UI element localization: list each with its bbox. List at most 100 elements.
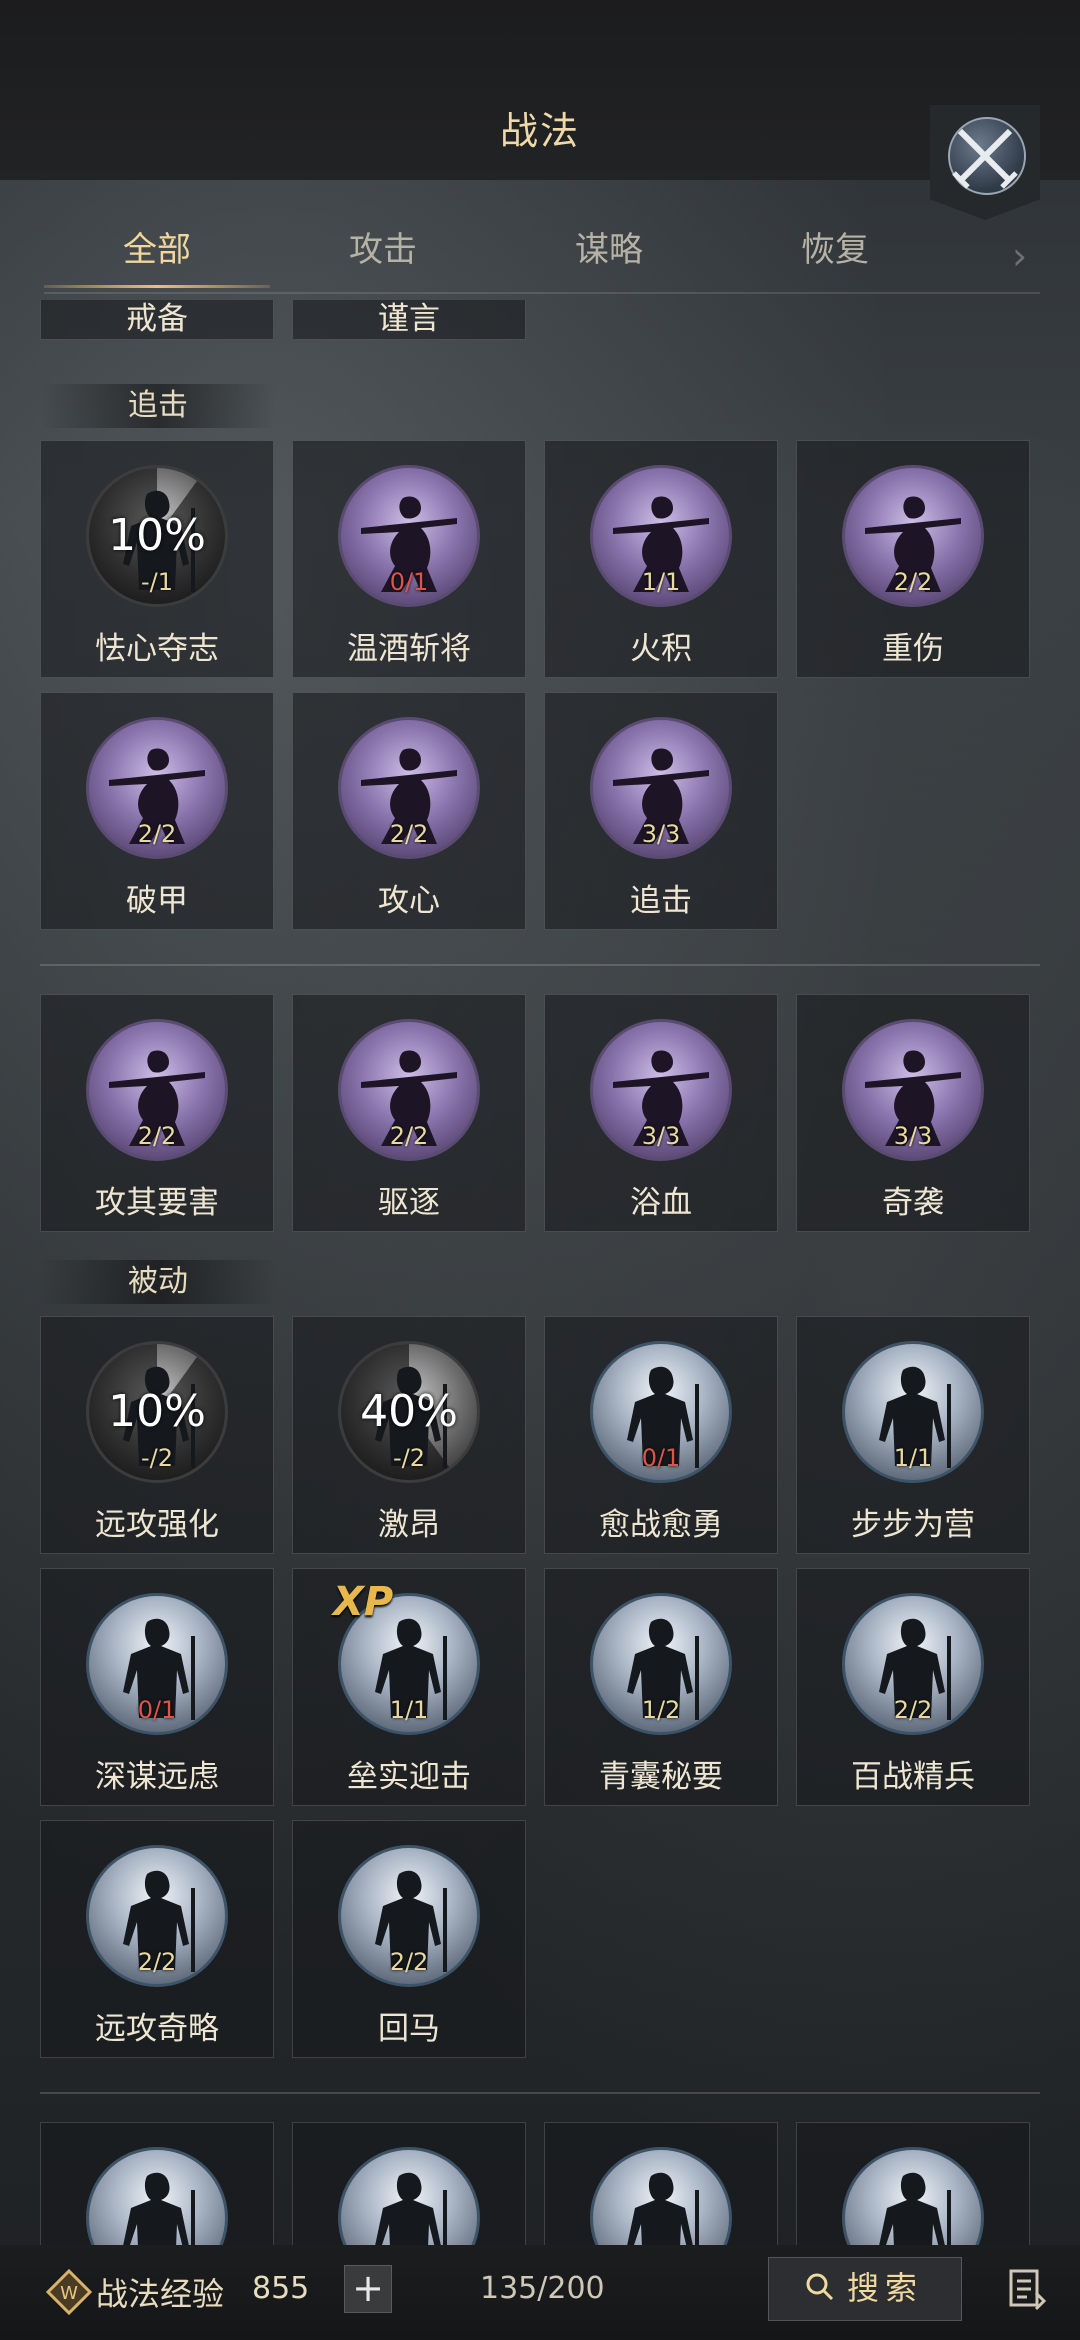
skill-count: 2/2 xyxy=(389,1122,429,1150)
skill-name: 垒实迎击 xyxy=(347,1759,471,1795)
skill-count: 2/2 xyxy=(137,820,177,848)
close-button[interactable] xyxy=(930,105,1040,220)
skill-card[interactable]: 0/1 深谋远虑 xyxy=(40,1568,274,1806)
skill-count: 1/1 xyxy=(893,1444,933,1472)
warrior-silhouette-icon xyxy=(375,2172,447,2245)
skill-name: 浴血 xyxy=(630,1185,692,1221)
skill-card[interactable]: 1/2 青囊秘要 xyxy=(544,1568,778,1806)
skill-name: 追击 xyxy=(630,883,692,919)
skill-name: 破甲 xyxy=(126,883,188,919)
skill-card[interactable]: 2/2 重伤 xyxy=(796,440,1030,678)
skill-name: 火积 xyxy=(630,631,692,667)
skill-icon: 2/2 xyxy=(86,1019,228,1161)
skill-icon: 3/3 xyxy=(590,1019,732,1161)
skill-icon: 2/2 xyxy=(338,1845,480,1987)
skill-card[interactable]: 1/1 步步为营 xyxy=(796,1316,1030,1554)
chevron-right-icon[interactable]: › xyxy=(1012,236,1040,276)
tabs-divider xyxy=(44,292,1040,294)
tab-all[interactable]: 全部 xyxy=(44,220,270,292)
bottom-bar: W 战法经验 855 + 135/200 搜索 xyxy=(0,2245,1080,2340)
skill-name: 攻其要害 xyxy=(95,1185,219,1221)
tab-recovery[interactable]: 恢复 xyxy=(722,220,948,292)
search-label: 搜索 xyxy=(847,2269,924,2307)
header-bar: 战法 xyxy=(0,0,1080,180)
skill-card[interactable]: 1/1 火积 xyxy=(544,440,778,678)
skill-name: 百战精兵 xyxy=(851,1759,975,1795)
search-button[interactable]: 搜索 xyxy=(768,2257,962,2321)
skill-count: 1/1 xyxy=(389,1696,429,1724)
skill-card-partial[interactable] xyxy=(40,2122,274,2245)
skill-icon-locked: 10% -/1 xyxy=(86,465,228,607)
skill-count: -/1 xyxy=(140,568,173,596)
section-divider xyxy=(40,964,1040,966)
skill-card[interactable]: 戒备 xyxy=(40,300,274,340)
unlock-percent: 40% xyxy=(360,1386,458,1437)
skill-name: 驱逐 xyxy=(378,1185,440,1221)
skill-card[interactable]: 3/3 浴血 xyxy=(544,994,778,1232)
skill-count: 2/2 xyxy=(137,1948,177,1976)
skill-count: 0/1 xyxy=(389,568,429,596)
skill-card[interactable]: 2/2 攻心 xyxy=(292,692,526,930)
skill-name: 青囊秘要 xyxy=(599,1759,723,1795)
skill-icon: 2/2 xyxy=(842,1593,984,1735)
skill-card[interactable]: 2/2 远攻奇略 xyxy=(40,1820,274,2058)
search-icon xyxy=(806,2273,834,2301)
unlock-percent: 10% xyxy=(108,1386,206,1437)
skill-card-partial[interactable] xyxy=(544,2122,778,2245)
unlock-percent: 10% xyxy=(108,510,206,561)
skill-count: 2/2 xyxy=(893,1696,933,1724)
skill-card[interactable]: 3/3 追击 xyxy=(544,692,778,930)
section-label: 追击 xyxy=(40,384,276,428)
skill-count: 0/1 xyxy=(641,1444,681,1472)
skill-card[interactable]: 10% -/1 怯心夺志 xyxy=(40,440,274,678)
category-tabs: 全部 攻击 谋略 恢复 xyxy=(44,220,1040,292)
skill-card[interactable]: 2/2 破甲 xyxy=(40,692,274,930)
skill-name: 远攻奇略 xyxy=(95,2011,219,2047)
skill-card[interactable]: 1/1 XP 垒实迎击 xyxy=(292,1568,526,1806)
skill-count: 3/3 xyxy=(893,1122,933,1150)
skill-card[interactable]: 3/3 奇袭 xyxy=(796,994,1030,1232)
skill-card[interactable]: 0/1 愈战愈勇 xyxy=(544,1316,778,1554)
skill-icon: 2/2 xyxy=(842,465,984,607)
skill-card[interactable]: 谨言 xyxy=(292,300,526,340)
skill-icon: 0/1 xyxy=(338,465,480,607)
skill-name: 怯心夺志 xyxy=(95,631,219,667)
skill-count: 2/2 xyxy=(893,568,933,596)
skill-capacity: 135/200 xyxy=(480,2271,605,2306)
skill-name: 温酒斩将 xyxy=(347,631,471,667)
skill-card-partial[interactable] xyxy=(796,2122,1030,2245)
skill-count: 0/1 xyxy=(137,1696,177,1724)
skill-card[interactable]: 2/2 攻其要害 xyxy=(40,994,274,1232)
skill-count: 2/2 xyxy=(389,1948,429,1976)
xp-badge: XP xyxy=(333,1579,394,1625)
page-title: 战法 xyxy=(499,109,580,153)
warrior-silhouette-icon xyxy=(879,2172,951,2245)
skill-icon: 0/1 xyxy=(590,1341,732,1483)
skill-grid: 戒备 谨言 追击 10% -/1 怯心夺志 0/1 温酒斩将 1/1 火积 2/2 重伤 2/2 破甲 2/… xyxy=(0,300,1080,2245)
list-icon[interactable] xyxy=(1008,2267,1048,2311)
tab-strategy[interactable]: 谋略 xyxy=(496,220,722,292)
skill-card[interactable]: 10% -/2 远攻强化 xyxy=(40,1316,274,1554)
skill-count: -/2 xyxy=(140,1444,173,1472)
skill-icon xyxy=(86,2147,228,2245)
skill-name: 愈战愈勇 xyxy=(599,1507,723,1543)
skill-name: 远攻强化 xyxy=(95,1507,219,1543)
skill-icon xyxy=(842,2147,984,2245)
skill-icon: 2/2 xyxy=(338,717,480,859)
skill-card[interactable]: 2/2 百战精兵 xyxy=(796,1568,1030,1806)
skill-name: 深谋远虑 xyxy=(95,1759,219,1795)
tab-attack[interactable]: 攻击 xyxy=(270,220,496,292)
skill-count: 3/3 xyxy=(641,820,681,848)
skill-icon: 3/3 xyxy=(590,717,732,859)
add-exp-button[interactable]: + xyxy=(344,2265,392,2313)
skill-count: -/2 xyxy=(392,1444,425,1472)
warrior-silhouette-icon xyxy=(123,2172,195,2245)
skill-exp-icon: W xyxy=(46,2269,92,2315)
skill-icon: 2/2 xyxy=(86,1845,228,1987)
skill-card[interactable]: 0/1 温酒斩将 xyxy=(292,440,526,678)
skill-count: 1/1 xyxy=(641,568,681,596)
skill-card[interactable]: 2/2 回马 xyxy=(292,1820,526,2058)
skill-card[interactable]: 2/2 驱逐 xyxy=(292,994,526,1232)
skill-card[interactable]: 40% -/2 激昂 xyxy=(292,1316,526,1554)
skill-card-partial[interactable] xyxy=(292,2122,526,2245)
